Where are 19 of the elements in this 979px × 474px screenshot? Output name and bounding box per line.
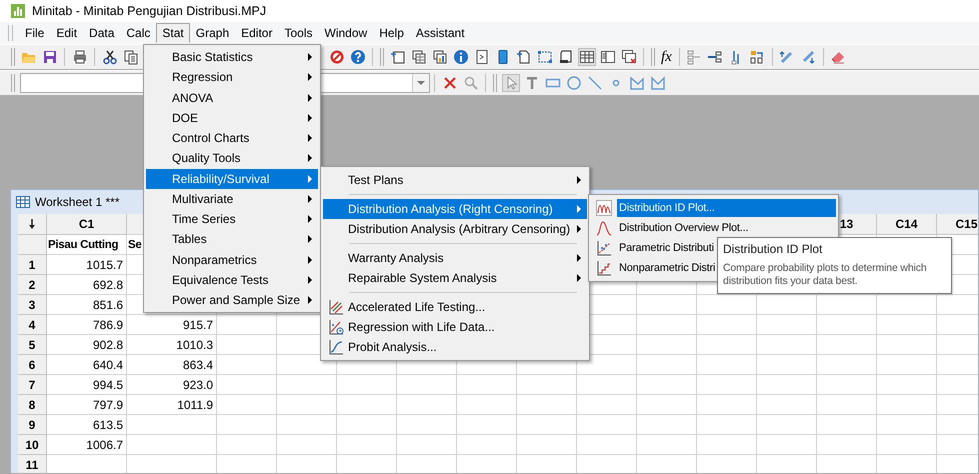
table-cell-text: 613.5 xyxy=(92,417,124,434)
table-cell-text: 1015.7 xyxy=(85,257,124,274)
table-cell-text: 797.9 xyxy=(92,397,124,414)
worksheet-title: Worksheet 1 *** xyxy=(35,195,120,209)
table-cell-text: 923.0 xyxy=(182,377,214,394)
table-cell-text: 915.7 xyxy=(182,317,214,334)
table-cell-text: 692.8 xyxy=(92,277,124,294)
table-cell-text: 863.4 xyxy=(182,357,214,374)
tooltip-text: Compare probability plots to determine which distribution fits your data best. xyxy=(723,262,928,288)
table-cell-text: 1011.9 xyxy=(176,397,214,414)
tooltip-title: Distribution ID Plot xyxy=(723,242,824,256)
window-title: Minitab - Minitab Pengujian Distribusi.MPJ xyxy=(32,4,266,18)
table-cell-text: 786.9 xyxy=(92,317,124,334)
table-cell-text: 1010.3 xyxy=(175,337,214,354)
table-cell-text: 902.8 xyxy=(92,337,124,354)
table-cell-text: 994.5 xyxy=(92,377,124,394)
table-cell-text: 1006.7 xyxy=(85,437,124,454)
table-cell-text: 851.6 xyxy=(92,297,124,314)
table-cell-text: 640.4 xyxy=(92,357,124,374)
